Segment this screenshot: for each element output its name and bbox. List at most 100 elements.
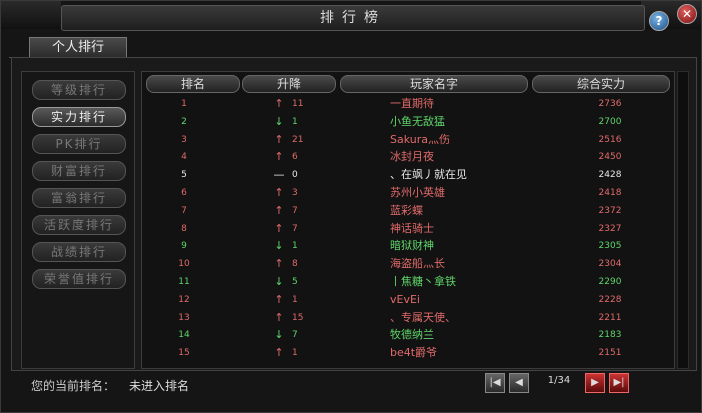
rank-cell: 8 xyxy=(181,223,187,234)
sidebar-item-level[interactable]: 等级排行 xyxy=(32,80,126,100)
player-name-cell: 一直期待 xyxy=(390,97,434,110)
table-row[interactable]: 10 ↑ 8 海盗船灬长 2304 xyxy=(142,256,674,272)
player-name-cell: 暗狱财神 xyxy=(390,239,434,253)
change-value-cell: 1 xyxy=(292,116,298,127)
power-cell: 2428 xyxy=(598,170,622,181)
change-value-cell: 1 xyxy=(292,241,298,252)
table-row[interactable]: 14 ↓ 7 牧德纳兰 2183 xyxy=(142,327,674,343)
change-value-cell: 8 xyxy=(292,259,298,270)
change-arrow-icon: ↑ xyxy=(274,292,284,306)
change-arrow-icon: ↑ xyxy=(274,221,284,235)
table-row[interactable]: 3 ↑ 21 Sakura灬伤 2516 xyxy=(142,132,674,148)
rank-cell: 4 xyxy=(181,152,187,163)
player-name-cell: Sakura灬伤 xyxy=(390,132,450,146)
change-arrow-icon: ↑ xyxy=(274,186,284,199)
prev-page-button[interactable]: ◀ xyxy=(509,373,529,393)
power-cell: 2228 xyxy=(598,294,622,305)
change-value-cell: 15 xyxy=(292,312,304,323)
player-name-cell: 小鱼无敌猛 xyxy=(390,114,445,128)
table-row[interactable]: 9 ↓ 1 暗狱财神 2305 xyxy=(142,238,674,254)
sidebar-item-activity[interactable]: 活跃度排行 xyxy=(32,215,126,235)
scrollbar[interactable] xyxy=(677,71,689,369)
rank-cell: 3 xyxy=(181,134,187,145)
sidebar-item-honor[interactable]: 荣誉值排行 xyxy=(32,269,126,289)
tab-personal-ranking[interactable]: 个人排行 xyxy=(29,37,127,58)
table-row[interactable]: 8 ↑ 7 神话骑士 2327 xyxy=(142,221,674,237)
rank-cell: 7 xyxy=(181,205,187,216)
table-row[interactable]: 1 ↑ 11 一直期待 2736 xyxy=(142,96,674,112)
rank-cell: 15 xyxy=(178,348,190,359)
change-arrow-icon: ↓ xyxy=(274,275,284,288)
power-cell: 2290 xyxy=(598,277,622,287)
table-row[interactable]: 7 ↑ 7 蓝彩蝶 2372 xyxy=(142,203,674,219)
power-cell: 2304 xyxy=(598,259,622,270)
power-cell: 2305 xyxy=(598,241,622,252)
power-cell: 2450 xyxy=(598,152,622,163)
player-name-cell: 海盗船灬长 xyxy=(390,257,445,271)
change-value-cell: 1 xyxy=(292,348,298,359)
power-cell: 2327 xyxy=(598,223,622,234)
table-row[interactable]: 12 ↑ 1 vEvEi 2228 xyxy=(142,292,674,308)
power-cell: 2372 xyxy=(598,205,622,216)
change-value-cell: 7 xyxy=(292,330,298,341)
power-cell: 2418 xyxy=(598,188,622,198)
change-value-cell: 0 xyxy=(292,170,298,181)
change-arrow-icon: ↑ xyxy=(274,346,284,360)
table-row[interactable]: 11 ↓ 5 丨焦糖丶拿铁 2290 xyxy=(142,274,674,290)
help-icon[interactable]: ? xyxy=(649,11,669,31)
column-header-rank[interactable]: 排名 xyxy=(146,75,240,93)
change-value-cell: 3 xyxy=(292,188,298,198)
power-cell: 2151 xyxy=(598,348,622,359)
table-row[interactable]: 15 ↑ 1 be4t爵爷 2151 xyxy=(142,345,674,361)
rank-cell: 14 xyxy=(178,330,190,341)
sidebar-item-battle[interactable]: 战绩排行 xyxy=(32,242,126,262)
rank-cell: 5 xyxy=(181,170,187,181)
column-header-change[interactable]: 升降 xyxy=(242,75,336,93)
table-row[interactable]: 13 ↑ 15 、专属天使、 2211 xyxy=(142,310,674,326)
change-value-cell: 7 xyxy=(292,205,298,216)
table-row[interactable]: 6 ↑ 3 苏州小英雄 2418 xyxy=(142,185,674,201)
rank-cell: 6 xyxy=(181,188,187,198)
player-name-cell: 、专属天使、 xyxy=(390,310,456,324)
ranking-table: 排名 升降 玩家名字 综合实力 1 ↑ 11 一直期待 2736 2 ↓ 1 小鱼无敌猛 2700… xyxy=(141,71,675,369)
player-name-cell: 、在飒丿就在见 xyxy=(390,168,467,182)
page-indicator: 1/34 xyxy=(547,375,571,386)
player-name-cell: 牧德纳兰 xyxy=(390,328,434,342)
sidebar-item-wealth[interactable]: 财富排行 xyxy=(32,161,126,181)
next-page-button[interactable]: ▶ xyxy=(585,373,605,393)
player-name-cell: be4t爵爷 xyxy=(390,346,438,360)
table-row[interactable]: 2 ↓ 1 小鱼无敌猛 2700 xyxy=(142,114,674,130)
first-page-button[interactable]: |◀ xyxy=(485,373,505,393)
column-header-power[interactable]: 综合实力 xyxy=(532,75,670,93)
ranking-category-sidebar: 等级排行 实力排行 PK排行 财富排行 富翁排行 活跃度排行 战绩排行 荣誉值排… xyxy=(21,71,135,369)
change-value-cell: 5 xyxy=(292,277,298,287)
rank-cell: 13 xyxy=(178,312,190,323)
table-row[interactable]: 4 ↑ 6 冰封月夜 2450 xyxy=(142,149,674,165)
sidebar-item-tycoon[interactable]: 富翁排行 xyxy=(32,188,126,208)
ranking-window: 排行榜 ? ✕ 个人排行 等级排行 实力排行 PK排行 财富排行 富翁排行 活跃… xyxy=(0,0,702,413)
player-name-cell: 蓝彩蝶 xyxy=(390,203,423,217)
window-title: 排行榜 xyxy=(61,5,645,31)
last-page-button[interactable]: ▶| xyxy=(609,373,629,393)
sidebar-item-strength[interactable]: 实力排行 xyxy=(32,107,126,127)
change-value-cell: 7 xyxy=(292,223,298,234)
change-arrow-icon: ↑ xyxy=(274,310,284,324)
current-rank-value: 未进入排名 xyxy=(129,379,190,393)
power-cell: 2736 xyxy=(598,99,622,109)
rank-cell: 12 xyxy=(178,294,190,305)
change-arrow-icon: ↑ xyxy=(274,97,284,110)
change-value-cell: 11 xyxy=(292,99,304,109)
change-arrow-icon: ↑ xyxy=(274,150,284,164)
window-corner-left xyxy=(1,1,61,29)
current-rank-label: 您的当前排名： xyxy=(31,379,116,393)
table-row[interactable]: 5 — 0 、在飒丿就在见 2428 xyxy=(142,167,674,183)
power-cell: 2516 xyxy=(598,134,622,145)
power-cell: 2183 xyxy=(598,330,622,341)
close-icon[interactable]: ✕ xyxy=(677,4,697,24)
column-header-name[interactable]: 玩家名字 xyxy=(340,75,528,93)
player-name-cell: vEvEi xyxy=(390,292,420,306)
rank-cell: 2 xyxy=(181,116,187,127)
change-value-cell: 1 xyxy=(292,294,298,305)
change-arrow-icon: ↑ xyxy=(274,132,284,146)
sidebar-item-pk[interactable]: PK排行 xyxy=(32,134,126,154)
